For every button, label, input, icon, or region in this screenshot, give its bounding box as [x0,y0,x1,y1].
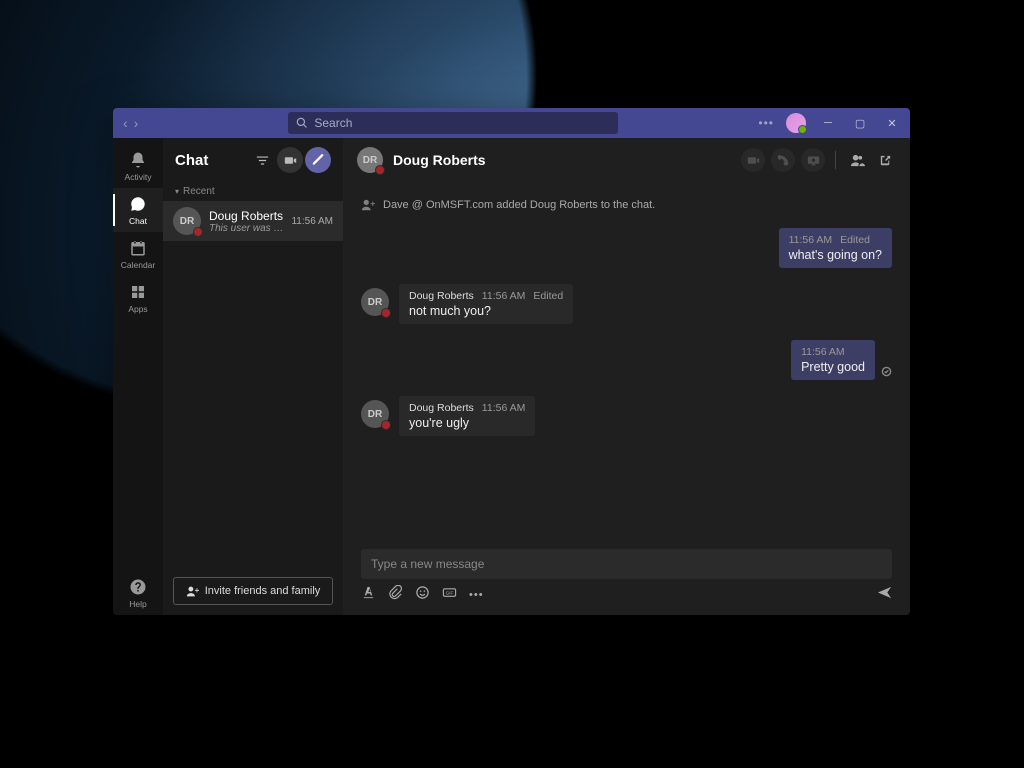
bell-icon [128,150,148,170]
search-icon [296,117,308,129]
send-button[interactable] [877,585,892,605]
minimize-button[interactable]: ─ [818,113,838,133]
more-icon[interactable]: ••• [758,116,774,130]
calendar-icon [128,238,148,258]
conversation-header: DR Doug Roberts [343,138,910,182]
chat-heading: Chat [175,152,247,169]
messages-area: Dave @ OnMSFT.com added Doug Roberts to … [343,182,910,541]
blocked-icon [375,165,385,175]
audio-call-button[interactable] [771,148,795,172]
titlebar: ‹ › Search ••• ─ ▢ ✕ [113,108,910,138]
nav-back-icon[interactable]: ‹ [123,115,128,131]
svg-text:GIF: GIF [446,590,454,595]
rail-activity[interactable]: Activity [113,144,163,188]
conversation-panel: DR Doug Roberts Dave @ OnMSFT.com added … [343,138,910,615]
system-message: Dave @ OnMSFT.com added Doug Roberts to … [361,192,892,228]
chat-list-panel: Chat Recent DR Doug Roberts This user wa… [163,138,343,615]
section-recent[interactable]: Recent [163,182,343,201]
person-add-icon [361,198,375,212]
chat-item-subtitle: This user was blocked [209,223,283,234]
blocked-icon [193,227,203,237]
rail-chat[interactable]: Chat [113,188,163,232]
nav-rail: Activity Chat Calendar Apps Help [113,138,163,615]
meet-now-button[interactable] [277,147,303,173]
chat-list-header: Chat [163,138,343,182]
rail-apps[interactable]: Apps [113,276,163,320]
chat-item-name: Doug Roberts [209,209,283,223]
chat-icon [128,194,148,214]
message-input[interactable]: Type a new message [361,549,892,579]
filter-button[interactable] [249,147,275,173]
avatar: DR [357,147,383,173]
message-mine[interactable]: 11:56 AM Pretty good [361,340,892,380]
invite-button[interactable]: Invite friends and family [173,577,333,605]
blocked-icon [381,420,391,430]
avatar: DR [361,400,389,428]
rail-help[interactable]: Help [113,571,163,615]
apps-icon [128,282,148,302]
screenshare-button[interactable] [801,148,825,172]
new-chat-button[interactable] [305,147,331,173]
gif-button[interactable]: GIF [442,585,457,605]
conversation-title: Doug Roberts [393,152,731,168]
avatar: DR [361,288,389,316]
chat-list-item[interactable]: DR Doug Roberts This user was blocked 11… [163,201,343,241]
user-avatar[interactable] [786,113,806,133]
add-people-button[interactable] [846,149,868,171]
search-input[interactable]: Search [288,112,618,134]
composer: Type a new message GIF ••• [343,541,910,615]
help-icon [128,577,148,597]
chat-item-time: 11:56 AM [291,216,333,227]
attach-button[interactable] [388,585,403,605]
search-placeholder: Search [314,116,352,130]
emoji-button[interactable] [415,585,430,605]
nav-forward-icon[interactable]: › [134,115,139,131]
avatar: DR [173,207,201,235]
close-button[interactable]: ✕ [882,113,902,133]
read-receipt-icon [881,366,892,380]
video-call-button[interactable] [741,148,765,172]
message-other[interactable]: DR Doug Roberts 11:56 AM Edited not much… [361,284,892,324]
app-window: ‹ › Search ••• ─ ▢ ✕ Activity Chat [113,108,910,615]
popout-button[interactable] [874,149,896,171]
message-mine[interactable]: 11:56 AM Edited what's going on? [361,228,892,268]
message-other[interactable]: DR Doug Roberts 11:56 AM you're ugly [361,396,892,436]
blocked-icon [381,308,391,318]
maximize-button[interactable]: ▢ [850,113,870,133]
more-options-button[interactable]: ••• [469,589,484,601]
format-button[interactable] [361,585,376,605]
people-add-icon [186,585,199,598]
rail-calendar[interactable]: Calendar [113,232,163,276]
